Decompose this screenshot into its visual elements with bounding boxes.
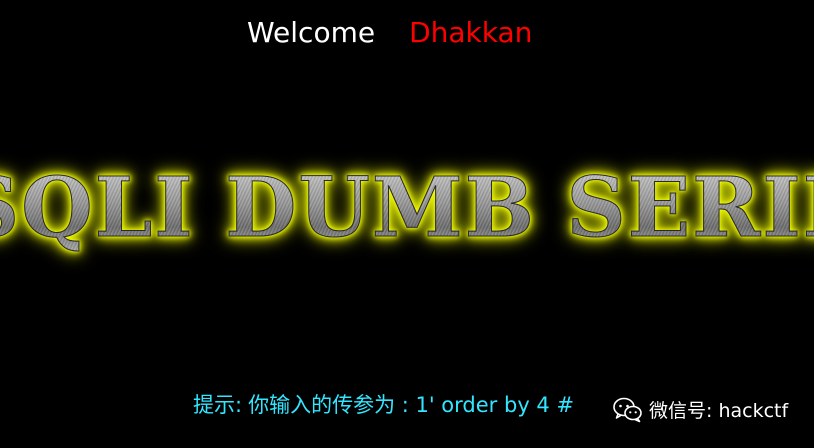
watermark-text: 微信号: hackctf — [649, 400, 789, 422]
hint-value: 你输入的传参为 : 1' order by 4 # — [248, 393, 575, 417]
user-name: Dhakkan — [409, 16, 533, 49]
welcome-line: Welcome Dhakkan — [247, 16, 532, 49]
wechat-icon — [613, 397, 643, 423]
banner-title: SQLI DUMB SERIES — [0, 160, 814, 257]
watermark: 微信号: hackctf — [613, 396, 788, 423]
page: Welcome Dhakkan SQLI DUMB SERIES 提示:你输入的传… — [0, 0, 814, 448]
hint-line: 提示: 你输入的传参为 : 1' order by 4 # — [193, 389, 574, 419]
hint-label: 提示: — [193, 393, 243, 417]
welcome-text: Welcome — [247, 16, 376, 49]
